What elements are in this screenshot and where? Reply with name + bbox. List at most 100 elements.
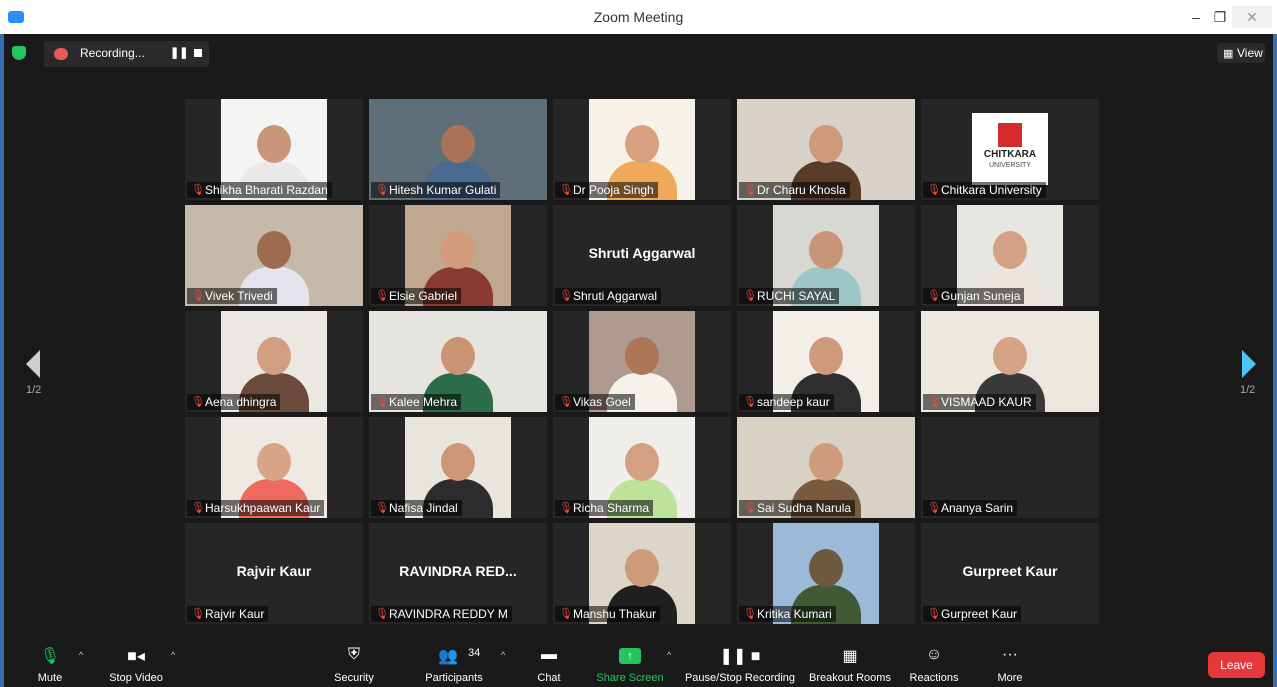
meeting-toolbar: 🎙 Mute ^ ■◂ Stop Video ^ ⛨ Security 👥 34…	[4, 640, 1273, 687]
participant-tile[interactable]: 🎙 VISMAAD KAUR	[921, 311, 1099, 412]
participant-name-label: 🎙 Harsukhpaawan Kaur	[187, 500, 325, 516]
stop-video-label: Stop Video	[109, 672, 163, 684]
more-button[interactable]: ··· More	[990, 640, 1030, 687]
stop-video-button[interactable]: ■◂ Stop Video	[104, 640, 168, 687]
muted-microphone-icon: 🎙	[191, 502, 205, 514]
muted-microphone-icon: 🎙	[927, 290, 941, 302]
participant-name: Gunjan Suneja	[941, 289, 1021, 303]
participant-name: Richa Sharma	[573, 501, 650, 515]
participant-name-label: 🎙 Chitkara University	[923, 182, 1046, 198]
participant-tile[interactable]: 🎙 sandeep kaur	[737, 311, 915, 412]
participants-label: Participants	[425, 672, 483, 684]
maximize-button[interactable]: ❐	[1206, 6, 1234, 28]
chevron-up-icon: ^	[501, 650, 506, 660]
participant-tile[interactable]: 🎙 Manshu Thakur	[553, 523, 731, 624]
participant-face	[441, 443, 475, 481]
view-button[interactable]: ▦ View	[1217, 43, 1265, 63]
participant-display-name: Gurpreet Kaur	[962, 563, 1058, 579]
participant-tile[interactable]: 🎙 Kritika Kumari	[737, 523, 915, 624]
participant-tile[interactable]: 🎙 Aena dhingra	[185, 311, 363, 412]
participant-name-label: 🎙 Hitesh Kumar Gulati	[371, 182, 501, 198]
share-screen-button[interactable]: ↑ Share Screen	[594, 640, 666, 687]
participant-name: sandeep kaur	[757, 395, 830, 409]
participant-face	[809, 443, 843, 481]
participant-name: Dr Pooja Singh	[573, 183, 654, 197]
muted-microphone-icon: 🎙	[191, 608, 205, 620]
participant-name-label: 🎙 Sai Sudha Narula	[739, 500, 856, 516]
window-title: Zoom Meeting	[593, 9, 684, 25]
chat-label: Chat	[537, 672, 561, 684]
leave-button[interactable]: Leave	[1208, 652, 1265, 678]
participant-name: Ananya Sarin	[941, 501, 1014, 515]
participant-tile[interactable]: Rajvir Kaur 🎙 Rajvir Kaur	[185, 523, 363, 624]
participant-face	[257, 337, 291, 375]
participant-tile[interactable]: 🎙 Sai Sudha Narula	[737, 417, 915, 518]
view-label: View	[1237, 46, 1263, 60]
muted-microphone-icon: 🎙	[191, 290, 205, 302]
participant-tile[interactable]: 🎙 RUCHI SAYAL	[737, 205, 915, 306]
participant-tile[interactable]: 🎙 Elsie Gabriel	[369, 205, 547, 306]
breakout-rooms-label: Breakout Rooms	[809, 672, 891, 684]
audio-options-caret[interactable]: ^	[74, 640, 84, 687]
reactions-button[interactable]: ☺ Reactions	[906, 640, 962, 687]
participant-name-label: 🎙 Gurpreet Kaur	[923, 606, 1022, 622]
participant-tile[interactable]: 🎙 Ananya Sarin	[921, 417, 1099, 518]
stop-recording-icon[interactable]	[194, 49, 202, 57]
muted-microphone-icon: 🎙	[375, 502, 389, 514]
participant-name: Aena dhingra	[205, 395, 277, 409]
muted-microphone-icon: 🎙	[743, 184, 757, 196]
muted-microphone-icon: 🎙	[559, 290, 573, 302]
pause-recording-icon[interactable]: ❚❚	[170, 46, 188, 59]
participant-name-label: 🎙 Dr Pooja Singh	[555, 182, 658, 198]
close-button[interactable]: ✕	[1232, 6, 1272, 28]
participant-name-label: 🎙 Shruti Aggarwal	[555, 288, 662, 304]
participant-tile[interactable]: 🎙 Harsukhpaawan Kaur	[185, 417, 363, 518]
microphone-icon: 🎙	[39, 648, 61, 665]
next-page-arrow-icon[interactable]	[1242, 350, 1256, 378]
chat-button[interactable]: ▬ Chat	[529, 640, 569, 687]
participant-display-name: Rajvir Kaur	[236, 563, 312, 579]
participant-face	[809, 125, 843, 163]
participant-tile[interactable]: 🎙 Gunjan Suneja	[921, 205, 1099, 306]
participant-face	[441, 337, 475, 375]
participant-tile[interactable]: 🎙 Shikha Bharati Razdan	[185, 99, 363, 200]
page-indicator-right: 1/2	[1240, 384, 1256, 396]
participant-tile[interactable]: 🎙 Kalee Mehra	[369, 311, 547, 412]
video-camera-icon: ■◂	[127, 648, 145, 665]
participant-tile[interactable]: 🎙 Hitesh Kumar Gulati	[369, 99, 547, 200]
participant-tile[interactable]: 🎙 Vikas Goel	[553, 311, 731, 412]
participant-tile[interactable]: Gurpreet Kaur 🎙 Gurpreet Kaur	[921, 523, 1099, 624]
pause-stop-recording-label: Pause/Stop Recording	[684, 672, 796, 684]
mute-button[interactable]: 🎙 Mute	[30, 640, 70, 687]
shield-icon: ⛨	[347, 646, 361, 663]
participant-face	[993, 337, 1027, 375]
recording-cloud-icon	[54, 48, 68, 60]
participant-tile[interactable]: 🎙 Nafisa Jindal	[369, 417, 547, 518]
participant-name: Shikha Bharati Razdan	[205, 183, 328, 197]
participant-tile[interactable]: CHITKARA UNIVERSITY 🎙 Chitkara University	[921, 99, 1099, 200]
participant-face	[993, 231, 1027, 269]
participant-face	[809, 337, 843, 375]
participant-tile[interactable]: 🎙 Dr Pooja Singh	[553, 99, 731, 200]
muted-microphone-icon: 🎙	[927, 184, 941, 196]
security-shield-icon[interactable]	[12, 46, 26, 60]
pause-stop-icon: ❚❚ ■	[719, 648, 761, 665]
share-options-caret[interactable]: ^	[662, 640, 672, 687]
participant-tile[interactable]: RAVINDRA RED... 🎙 RAVINDRA REDDY M	[369, 523, 547, 624]
previous-page-arrow-icon[interactable]	[26, 350, 40, 378]
participants-options-caret[interactable]: ^	[496, 640, 506, 687]
participant-name: Elsie Gabriel	[389, 289, 458, 303]
breakout-rooms-button[interactable]: ▦ Breakout Rooms	[808, 640, 892, 687]
pause-stop-recording-button[interactable]: ❚❚ ■ Pause/Stop Recording	[684, 640, 796, 687]
participant-tile[interactable]: 🎙 Richa Sharma	[553, 417, 731, 518]
video-options-caret[interactable]: ^	[166, 640, 176, 687]
participants-button[interactable]: 👥 34 Participants	[418, 640, 490, 687]
participant-tile[interactable]: 🎙 Dr Charu Khosla	[737, 99, 915, 200]
participant-tile[interactable]: Shruti Aggarwal 🎙 Shruti Aggarwal	[553, 205, 731, 306]
participant-tile[interactable]: 🎙 Vivek Trivedi	[185, 205, 363, 306]
participant-display-name: Shruti Aggarwal	[588, 245, 696, 261]
security-button[interactable]: ⛨ Security	[329, 640, 379, 687]
participant-name-label: 🎙 Dr Charu Khosla	[739, 182, 850, 198]
muted-microphone-icon: 🎙	[191, 396, 205, 408]
reactions-smiley-icon: ☺	[925, 646, 943, 663]
